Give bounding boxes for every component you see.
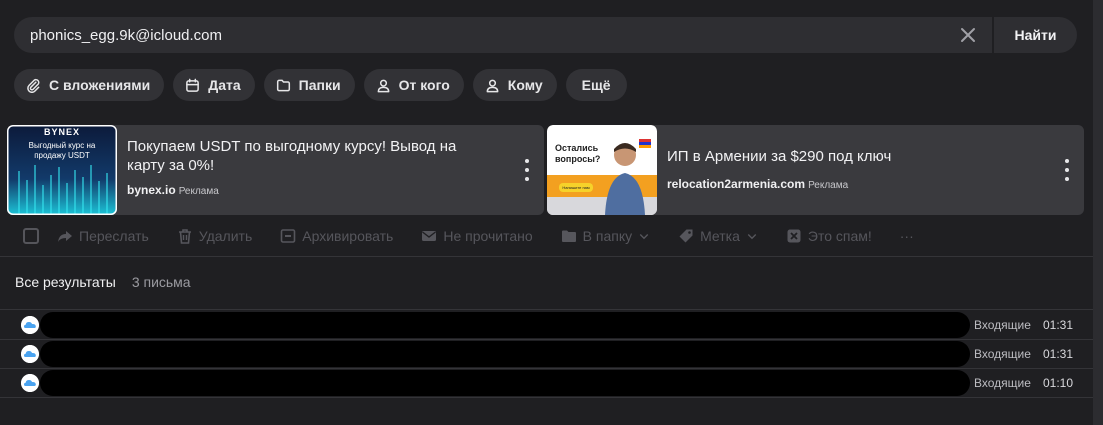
person-icon bbox=[377, 79, 389, 92]
filter-attachments-label: С вложениями bbox=[49, 77, 151, 93]
ad-source[interactable]: relocation2armenia.com Реклама bbox=[667, 177, 848, 191]
filter-attachments[interactable]: С вложениями bbox=[14, 69, 165, 101]
ad-image-caption: Остались вопросы? bbox=[555, 143, 601, 164]
ad-image[interactable]: Остались вопросы? Напишите нам bbox=[547, 125, 657, 215]
select-all-checkbox[interactable] bbox=[23, 228, 39, 244]
message-row[interactable]: Входящие 01:10 bbox=[0, 368, 1093, 397]
results-all-tab[interactable]: Все результаты bbox=[15, 274, 116, 290]
icloud-avatar-icon bbox=[21, 316, 39, 334]
message-row[interactable]: Входящие 01:31 bbox=[0, 310, 1093, 339]
folder-icon bbox=[276, 79, 290, 91]
row-time: 01:10 bbox=[1043, 376, 1074, 390]
filter-more[interactable]: Ещё bbox=[565, 69, 627, 101]
person-icon bbox=[486, 79, 499, 92]
delete-button[interactable]: Удалить bbox=[177, 228, 252, 244]
archive-button[interactable]: Архивировать bbox=[280, 228, 393, 244]
results-header: Все результаты 3 письма bbox=[15, 274, 191, 290]
row-folder: Входящие bbox=[974, 347, 1031, 361]
filter-chips: С вложениями Дата Папки От кого Кому Ещё bbox=[14, 69, 627, 101]
row-time: 01:31 bbox=[1043, 347, 1074, 361]
chevron-down-icon bbox=[639, 234, 649, 240]
mark-unread-label: Не прочитано bbox=[443, 228, 533, 244]
filter-more-label: Ещё bbox=[581, 77, 611, 93]
ad-image-button: Напишите нам bbox=[562, 185, 590, 190]
envelope-icon bbox=[422, 231, 437, 241]
ad-card-bynex[interactable]: BYNEX Выгодный курс на продажу USDT Поку… bbox=[7, 125, 544, 215]
filter-folders-label: Папки bbox=[298, 77, 341, 93]
filter-folders[interactable]: Папки bbox=[263, 69, 355, 101]
results-count: 3 письма bbox=[131, 274, 191, 290]
ad-domain: bynex.io bbox=[127, 183, 176, 197]
filter-date[interactable]: Дата bbox=[173, 69, 255, 101]
folder-icon bbox=[561, 230, 576, 242]
more-actions-icon: ··· bbox=[899, 228, 914, 244]
filter-date-label: Дата bbox=[208, 77, 241, 93]
spam-button[interactable]: Это спам! bbox=[786, 228, 872, 244]
filter-from-label: От кого bbox=[398, 77, 450, 93]
more-actions-button[interactable]: ··· bbox=[900, 228, 914, 244]
icloud-avatar-icon bbox=[21, 345, 39, 363]
calendar-icon bbox=[186, 78, 200, 92]
paperclip-icon bbox=[27, 78, 40, 93]
filter-to-label: Кому bbox=[507, 77, 543, 93]
forward-icon bbox=[58, 231, 72, 242]
move-to-folder-label: В папку bbox=[582, 228, 633, 244]
more-vertical-icon[interactable] bbox=[1064, 159, 1070, 181]
archive-icon bbox=[280, 229, 296, 243]
ad-source[interactable]: bynex.io Реклама bbox=[127, 183, 219, 197]
archive-label: Архивировать bbox=[302, 228, 394, 244]
label-button[interactable]: Метка bbox=[678, 228, 758, 244]
ad-card-relocation[interactable]: Остались вопросы? Напишите нам ИП в Арме… bbox=[547, 125, 1084, 215]
tag-icon bbox=[679, 229, 693, 243]
label-label: Метка bbox=[700, 228, 740, 244]
divider bbox=[0, 256, 1093, 257]
ad-image-brand: BYNEX bbox=[43, 127, 80, 137]
mark-unread-button[interactable]: Не прочитано bbox=[421, 228, 533, 244]
move-to-folder-button[interactable]: В папку bbox=[561, 228, 650, 244]
message-row[interactable]: Входящие 01:31 bbox=[0, 339, 1093, 368]
redacted-content bbox=[40, 370, 970, 396]
search-input[interactable] bbox=[30, 17, 950, 53]
close-icon[interactable] bbox=[959, 26, 977, 44]
scrollbar-track[interactable] bbox=[1093, 0, 1103, 425]
forward-label: Переслать bbox=[79, 228, 149, 244]
row-folder: Входящие bbox=[974, 376, 1031, 390]
ad-image[interactable]: BYNEX Выгодный курс на продажу USDT bbox=[7, 125, 117, 215]
filter-from[interactable]: От кого bbox=[363, 69, 464, 101]
message-toolbar: Переслать Удалить Архивировать Не прочит… bbox=[23, 224, 914, 248]
search-button[interactable]: Найти bbox=[994, 17, 1077, 53]
search-box bbox=[14, 17, 992, 53]
spam-label: Это спам! bbox=[807, 228, 872, 244]
search-results-panel: Найти С вложениями Дата Папки bbox=[0, 0, 1093, 425]
redacted-content bbox=[40, 341, 970, 367]
filter-to[interactable]: Кому bbox=[472, 69, 557, 101]
row-time: 01:31 bbox=[1043, 318, 1074, 332]
ad-domain: relocation2armenia.com bbox=[667, 177, 806, 191]
row-folder: Входящие bbox=[974, 318, 1031, 332]
chevron-down-icon bbox=[747, 234, 757, 240]
ad-label: Реклама bbox=[808, 180, 849, 191]
ad-title[interactable]: ИП в Армении за $290 под ключ bbox=[667, 147, 997, 166]
ad-label: Реклама bbox=[178, 186, 219, 197]
more-vertical-icon[interactable] bbox=[524, 159, 530, 181]
search-bar: Найти bbox=[14, 17, 1077, 53]
spam-icon bbox=[787, 229, 801, 243]
delete-label: Удалить bbox=[198, 228, 253, 244]
forward-button[interactable]: Переслать bbox=[57, 228, 149, 244]
ad-title[interactable]: Покупаем USDT по выгодному курсу! Вывод … bbox=[127, 137, 457, 175]
ad-image-caption: Выгодный курс на продажу USDT bbox=[28, 141, 96, 160]
divider bbox=[0, 397, 1093, 398]
trash-icon bbox=[178, 229, 191, 244]
redacted-content bbox=[40, 312, 970, 338]
icloud-avatar-icon bbox=[21, 374, 39, 392]
